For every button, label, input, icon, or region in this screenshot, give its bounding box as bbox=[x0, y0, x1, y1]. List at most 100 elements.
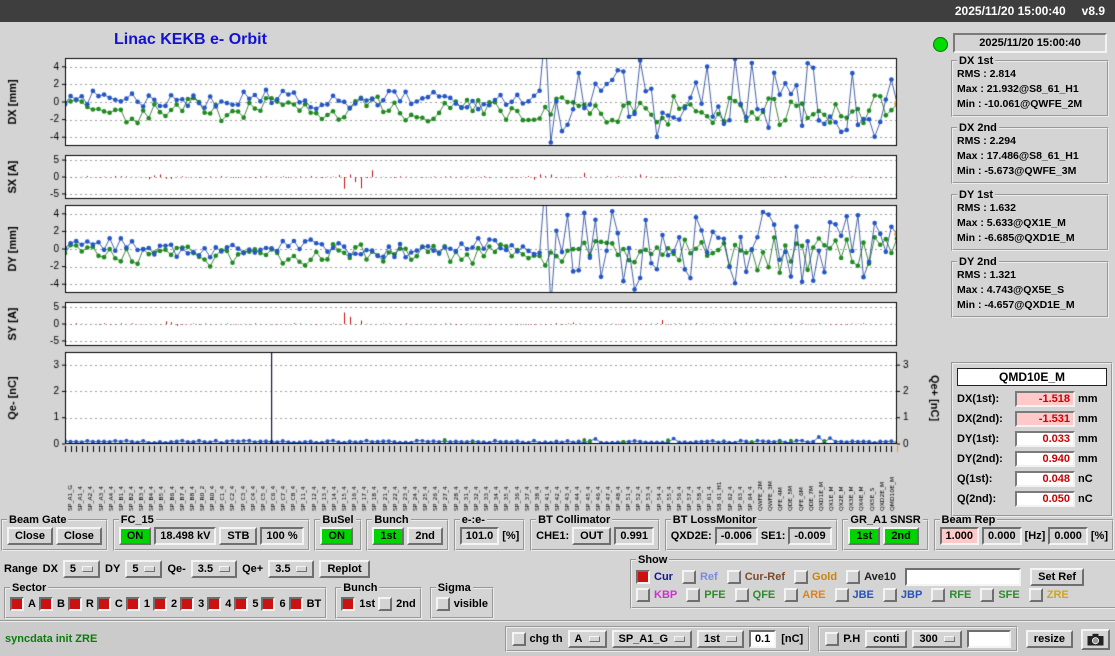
monitor-select[interactable]: SP_A1_G bbox=[611, 630, 693, 648]
show-toggle-gold[interactable]: Gold bbox=[794, 570, 837, 584]
sector-frame: Sector A B R C 1 2 3 4 5 6 BT bbox=[4, 582, 328, 619]
beam-gate-close-2-button[interactable]: Close bbox=[55, 527, 102, 545]
qmd-row-q2: Q(2nd): 0.050 nC bbox=[957, 491, 1107, 507]
replot-button[interactable]: Replot bbox=[319, 560, 370, 578]
ee-ratio-legend: e-:e- bbox=[461, 514, 485, 526]
sector-toggle-5[interactable]: 5 bbox=[234, 597, 258, 611]
beam-gate-close-1-button[interactable]: Close bbox=[7, 527, 53, 545]
gr-a1-1st-button[interactable]: 1st bbox=[848, 527, 881, 545]
sector-toggle-r[interactable]: R bbox=[67, 597, 94, 611]
range-dx-value: 5 bbox=[69, 563, 77, 575]
checkbox-icon bbox=[846, 570, 861, 584]
beam-rep-value2-display: 0.000 bbox=[982, 527, 1022, 545]
show-toggle-are[interactable]: ARE bbox=[784, 588, 826, 602]
range-qep-select[interactable]: 3.5 bbox=[268, 560, 315, 578]
bunch-2nd-button[interactable]: 2nd bbox=[407, 527, 443, 545]
show-toggle-rfe[interactable]: RFE bbox=[931, 588, 971, 602]
status-led-icon bbox=[933, 37, 948, 52]
sector-label: C bbox=[114, 598, 123, 610]
busel-on-button[interactable]: ON bbox=[320, 527, 353, 545]
sector-toggle-2[interactable]: 2 bbox=[152, 597, 177, 611]
gr-a1-2nd-button[interactable]: 2nd bbox=[883, 527, 919, 545]
checkbox-icon bbox=[794, 570, 809, 584]
set-ref-input[interactable] bbox=[905, 568, 1022, 586]
show-toggle-sfe[interactable]: SFE bbox=[980, 588, 1020, 602]
titlebar-datetime: 2025/11/20 15:00:40 bbox=[954, 4, 1066, 18]
show-toggle-cur-ref[interactable]: Cur-Ref bbox=[726, 570, 785, 584]
bunch-order-select[interactable]: 1st bbox=[697, 630, 744, 648]
threshold-group: chg th A SP_A1_G 1st 0.1 [nC] bbox=[504, 626, 811, 652]
timestamp-display: 2025/11/20 15:00:40 bbox=[953, 33, 1107, 53]
show-label: ZRE bbox=[1046, 589, 1069, 601]
show-toggle-zre[interactable]: ZRE bbox=[1028, 588, 1069, 602]
points-select[interactable]: 300 bbox=[912, 630, 962, 648]
show-label: ARE bbox=[802, 589, 826, 601]
sector-toggle-b[interactable]: B bbox=[38, 597, 65, 611]
sector-label: BT bbox=[306, 598, 322, 610]
checkbox-icon bbox=[180, 597, 195, 611]
checkbox-icon bbox=[234, 597, 249, 611]
conti-button[interactable]: conti bbox=[865, 630, 908, 648]
bunch-select-legend: Bunch bbox=[343, 582, 378, 594]
show-toggle-ref[interactable]: Ref bbox=[681, 570, 718, 584]
monitor-select-value: SP_A1_G bbox=[618, 633, 669, 645]
bunch-toggle-1st[interactable]: 1st bbox=[341, 597, 375, 611]
statusbar: syncdata init ZRE chg th A SP_A1_G 1st 0… bbox=[0, 620, 1115, 656]
sector-toggle-a[interactable]: A bbox=[10, 597, 36, 611]
checkbox-icon bbox=[825, 632, 840, 646]
qmd-unit: nC bbox=[1078, 493, 1093, 505]
stat-rms: RMS : 2.814 bbox=[957, 68, 1016, 80]
show-toggle-jbp[interactable]: JBP bbox=[882, 588, 922, 602]
sector-toggle-bt[interactable]: BT bbox=[288, 597, 322, 611]
sector-toggle-c[interactable]: C bbox=[96, 597, 123, 611]
show-label: QFE bbox=[752, 589, 776, 601]
che1-out-button[interactable]: OUT bbox=[572, 527, 612, 545]
points-input[interactable] bbox=[966, 630, 1011, 648]
checkbox-icon bbox=[636, 588, 650, 602]
range-dx-select[interactable]: 5 bbox=[62, 560, 101, 578]
sector-toggle-6[interactable]: 6 bbox=[261, 597, 286, 611]
optmenu-indicator-icon bbox=[144, 566, 156, 572]
checkbox-icon bbox=[207, 597, 222, 611]
bunch-toggle-2nd[interactable]: 2nd bbox=[378, 597, 416, 611]
fc15-stb-button[interactable]: STB bbox=[219, 527, 258, 545]
controls-row1: Beam Gate Close Close FC_15 ON 18.498 kV… bbox=[1, 514, 1114, 551]
sector-toggle-4[interactable]: 4 bbox=[207, 597, 231, 611]
checkbox-icon bbox=[288, 597, 303, 611]
checkbox-icon bbox=[1028, 588, 1043, 602]
fc15-on-button[interactable]: ON bbox=[118, 527, 152, 545]
bunch-1st-button[interactable]: 1st bbox=[372, 527, 405, 545]
show-toggle-cur[interactable]: Cur bbox=[636, 570, 673, 584]
resize-button[interactable]: resize bbox=[1025, 630, 1073, 648]
sector-toggle-3[interactable]: 3 bbox=[180, 597, 204, 611]
sector-select-value: A bbox=[574, 633, 583, 645]
bunch-select-frame: Bunch 1st 2nd bbox=[335, 582, 422, 619]
sigma-visible-label: visible bbox=[453, 598, 488, 610]
sigma-visible-toggle[interactable]: visible bbox=[435, 597, 488, 611]
show-label: Ave10 bbox=[864, 571, 897, 583]
show-row-1: Cur Ref Cur-Ref Gold Ave10 Set Ref bbox=[636, 568, 1114, 586]
show-toggle-kbp[interactable]: KBP bbox=[636, 588, 677, 602]
show-toggle-pfe[interactable]: PFE bbox=[686, 588, 726, 602]
sector-select[interactable]: A bbox=[567, 630, 607, 648]
show-toggle-qfe[interactable]: QFE bbox=[734, 588, 776, 602]
stat-min: Min : -6.685@QXD1E_M bbox=[957, 232, 1075, 244]
qmd-value: -1.531 bbox=[1015, 411, 1075, 427]
sector-toggle-1[interactable]: 1 bbox=[125, 597, 150, 611]
stat-max: Max : 17.486@S8_61_H1 bbox=[957, 150, 1079, 162]
show-toggle-jbe[interactable]: JBE bbox=[834, 588, 874, 602]
camera-button[interactable] bbox=[1081, 628, 1110, 650]
ph-toggle[interactable]: P.H bbox=[825, 632, 860, 646]
sector-label: B bbox=[56, 598, 65, 610]
beam-rep-legend: Beam Rep bbox=[941, 514, 996, 526]
beam-rep-pct-label: [%] bbox=[1090, 530, 1108, 542]
range-qem-select[interactable]: 3.5 bbox=[190, 560, 238, 578]
set-ref-button[interactable]: Set Ref bbox=[1030, 568, 1085, 586]
fc15-frame: FC_15 ON 18.498 kV STB 100 % bbox=[112, 514, 310, 551]
qmd-row-dx1: DX(1st): -1.518 mm bbox=[957, 391, 1107, 407]
chg-th-toggle[interactable]: chg th bbox=[511, 632, 563, 646]
optmenu-indicator-icon bbox=[588, 636, 600, 642]
show-toggle-ave10[interactable]: Ave10 bbox=[846, 570, 896, 584]
range-dy-select[interactable]: 5 bbox=[125, 560, 163, 578]
checkbox-icon bbox=[882, 588, 897, 602]
